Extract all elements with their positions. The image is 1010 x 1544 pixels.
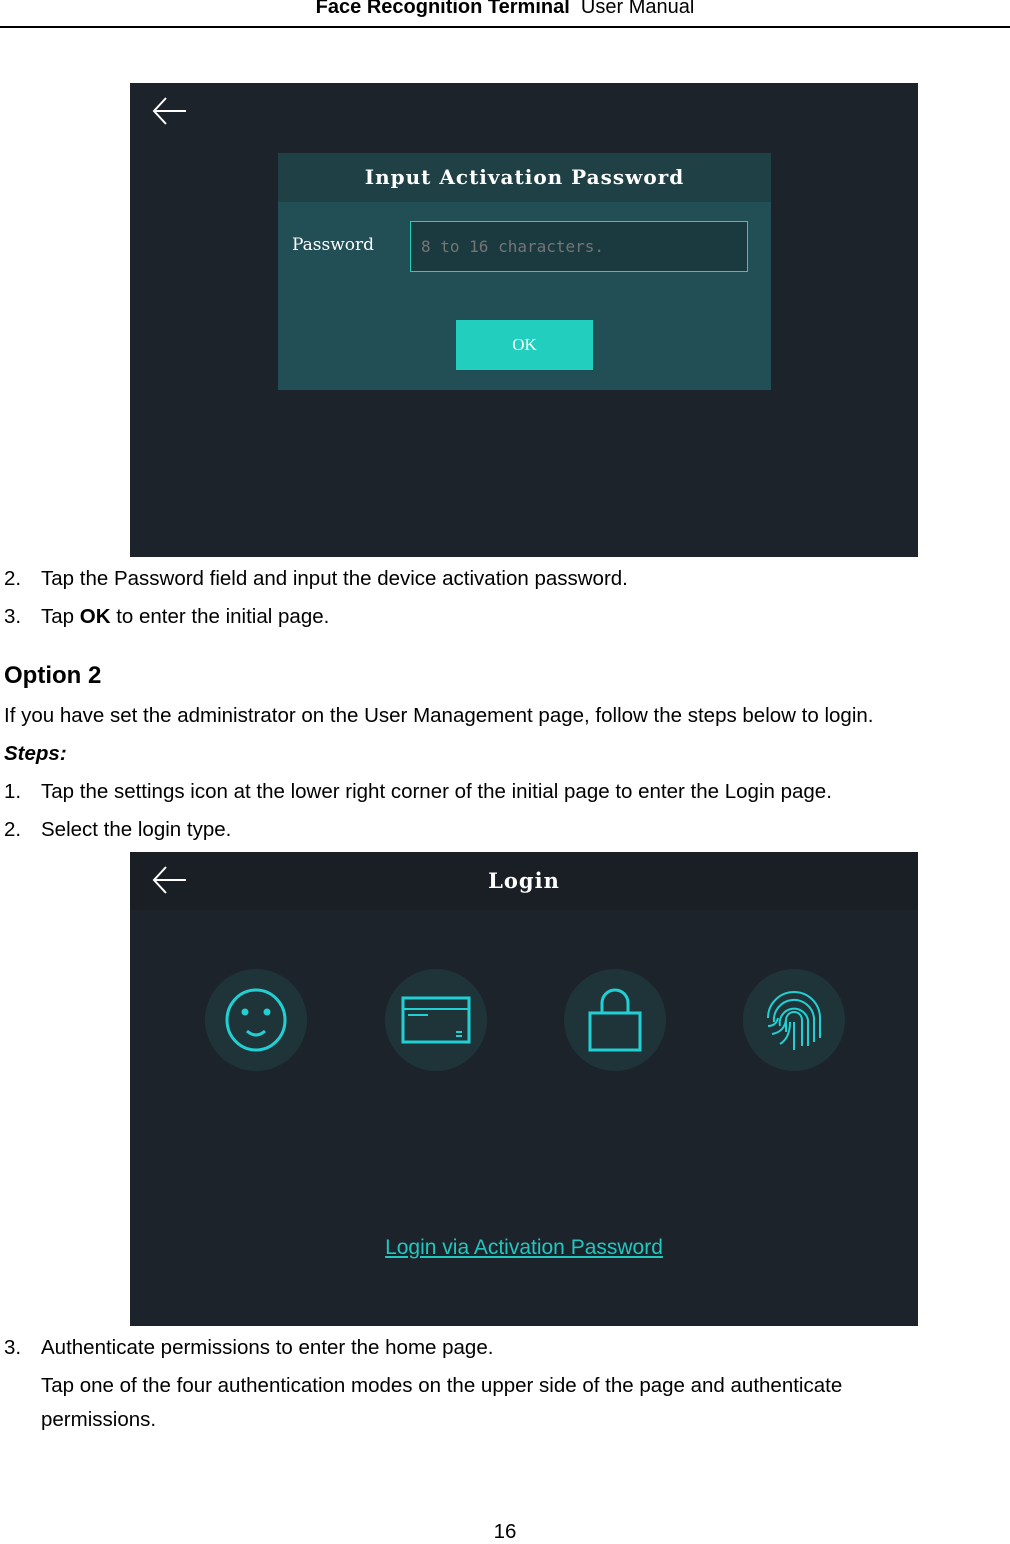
intro-paragraph: If you have set the administrator on the… <box>4 704 874 727</box>
step-detail: Tap one of the four authentication modes… <box>41 1374 843 1397</box>
step-2: 2. Tap the Password field and input the d… <box>0 567 1010 591</box>
step-text: Tap the Password field and input the dev… <box>41 567 628 590</box>
doc-name: User Manual <box>580 0 695 18</box>
step-text: Tap OK to enter the initial page. <box>41 605 329 629</box>
step-text-bold: OK <box>79 605 111 628</box>
password-login-button[interactable] <box>564 969 666 1071</box>
step-2b: 2. Select the login type. <box>0 818 1010 842</box>
step-number: 3. <box>4 605 22 628</box>
face-icon <box>225 988 287 1052</box>
header-divider <box>0 26 1010 28</box>
activation-password-screenshot: Input Activation Password Password OK <box>130 83 918 557</box>
step-3: 3. Tap OK to enter the initial page. <box>0 605 1010 629</box>
steps-label: Steps: <box>4 742 67 765</box>
page-header: Face Recognition Terminal User Manual <box>0 0 1010 19</box>
step-text: Select the login type. <box>41 818 232 841</box>
fingerprint-login-button[interactable] <box>743 969 845 1071</box>
activation-password-login-link[interactable]: Login via Activation Password <box>130 1236 918 1260</box>
password-label: Password <box>292 235 375 255</box>
arrow-left-icon[interactable] <box>152 97 188 125</box>
page-number: 16 <box>493 1520 517 1543</box>
login-screenshot: Login Login via Activation Password <box>130 852 918 1326</box>
step-3b: 3. Authenticate permissions to enter the … <box>0 1336 1010 1360</box>
password-input[interactable] <box>410 221 748 272</box>
login-title: Login <box>488 868 560 893</box>
section-heading: Option 2 <box>4 662 102 689</box>
card-icon <box>401 996 471 1044</box>
lock-icon <box>588 988 642 1052</box>
step-text-post: to enter the initial page. <box>110 605 330 628</box>
step-text: Authenticate permissions to enter the ho… <box>41 1336 494 1359</box>
ok-button[interactable]: OK <box>456 320 593 370</box>
step-1: 1. Tap the settings icon at the lower rig… <box>0 780 1010 804</box>
activation-dialog: Input Activation Password Password OK <box>278 153 771 390</box>
product-name: Face Recognition Terminal <box>315 0 570 18</box>
dialog-title: Input Activation Password <box>278 153 771 202</box>
step-number: 2. <box>4 818 22 841</box>
card-login-button[interactable] <box>385 969 487 1071</box>
step-text: Tap the settings icon at the lower right… <box>41 780 832 803</box>
face-login-button[interactable] <box>205 969 307 1071</box>
step-number: 1. <box>4 780 22 803</box>
step-detail-cont: permissions. <box>41 1408 157 1431</box>
step-number: 3. <box>4 1336 22 1359</box>
step-text-pre: Tap <box>41 605 80 628</box>
step-number: 2. <box>4 567 22 590</box>
fingerprint-icon <box>767 991 821 1050</box>
